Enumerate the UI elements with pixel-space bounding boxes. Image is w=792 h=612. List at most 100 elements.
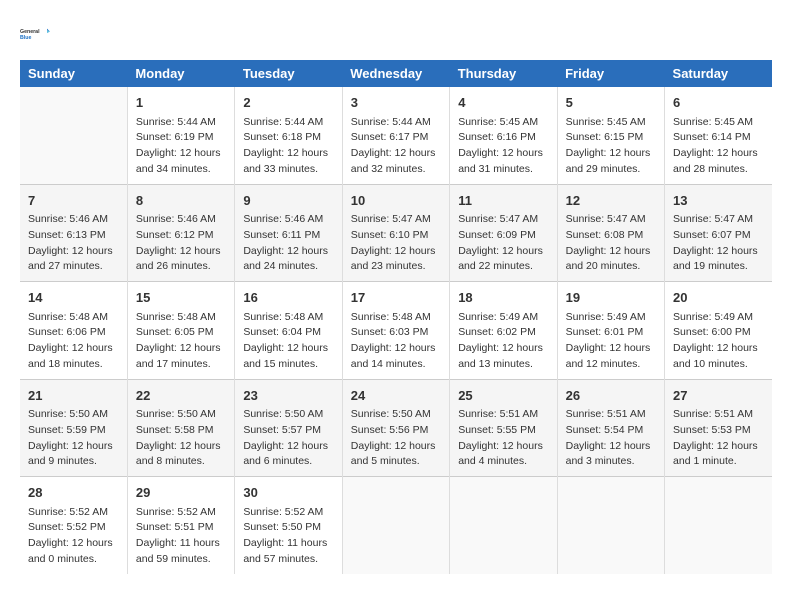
day-number: 18 <box>458 288 548 308</box>
day-cell <box>665 477 772 574</box>
calendar-body: 1Sunrise: 5:44 AM Sunset: 6:19 PM Daylig… <box>20 87 772 574</box>
day-detail: Sunrise: 5:45 AM Sunset: 6:15 PM Dayligh… <box>566 115 656 178</box>
day-detail: Sunrise: 5:51 AM Sunset: 5:54 PM Dayligh… <box>566 407 656 470</box>
day-cell: 9Sunrise: 5:46 AM Sunset: 6:11 PM Daylig… <box>235 184 342 282</box>
week-row-5: 28Sunrise: 5:52 AM Sunset: 5:52 PM Dayli… <box>20 477 772 574</box>
day-detail: Sunrise: 5:45 AM Sunset: 6:14 PM Dayligh… <box>673 115 764 178</box>
day-detail: Sunrise: 5:50 AM Sunset: 5:59 PM Dayligh… <box>28 407 119 470</box>
day-detail: Sunrise: 5:45 AM Sunset: 6:16 PM Dayligh… <box>458 115 548 178</box>
day-detail: Sunrise: 5:47 AM Sunset: 6:07 PM Dayligh… <box>673 212 764 275</box>
day-number: 6 <box>673 93 764 113</box>
day-cell: 5Sunrise: 5:45 AM Sunset: 6:15 PM Daylig… <box>557 87 664 184</box>
day-cell: 7Sunrise: 5:46 AM Sunset: 6:13 PM Daylig… <box>20 184 127 282</box>
day-cell: 16Sunrise: 5:48 AM Sunset: 6:04 PM Dayli… <box>235 282 342 380</box>
day-detail: Sunrise: 5:44 AM Sunset: 6:17 PM Dayligh… <box>351 115 441 178</box>
day-cell: 24Sunrise: 5:50 AM Sunset: 5:56 PM Dayli… <box>342 379 449 477</box>
day-detail: Sunrise: 5:50 AM Sunset: 5:58 PM Dayligh… <box>136 407 226 470</box>
header-row: SundayMondayTuesdayWednesdayThursdayFrid… <box>20 60 772 87</box>
day-cell: 30Sunrise: 5:52 AM Sunset: 5:50 PM Dayli… <box>235 477 342 574</box>
day-detail: Sunrise: 5:49 AM Sunset: 6:00 PM Dayligh… <box>673 310 764 373</box>
day-number: 1 <box>136 93 226 113</box>
day-detail: Sunrise: 5:48 AM Sunset: 6:03 PM Dayligh… <box>351 310 441 373</box>
day-detail: Sunrise: 5:51 AM Sunset: 5:55 PM Dayligh… <box>458 407 548 470</box>
day-cell: 4Sunrise: 5:45 AM Sunset: 6:16 PM Daylig… <box>450 87 557 184</box>
day-cell: 21Sunrise: 5:50 AM Sunset: 5:59 PM Dayli… <box>20 379 127 477</box>
day-cell <box>557 477 664 574</box>
day-detail: Sunrise: 5:47 AM Sunset: 6:09 PM Dayligh… <box>458 212 548 275</box>
svg-text:General: General <box>20 29 40 35</box>
day-detail: Sunrise: 5:46 AM Sunset: 6:12 PM Dayligh… <box>136 212 226 275</box>
day-cell: 19Sunrise: 5:49 AM Sunset: 6:01 PM Dayli… <box>557 282 664 380</box>
day-number: 14 <box>28 288 119 308</box>
day-detail: Sunrise: 5:48 AM Sunset: 6:06 PM Dayligh… <box>28 310 119 373</box>
day-detail: Sunrise: 5:52 AM Sunset: 5:51 PM Dayligh… <box>136 505 226 568</box>
day-detail: Sunrise: 5:48 AM Sunset: 6:04 PM Dayligh… <box>243 310 333 373</box>
day-cell: 11Sunrise: 5:47 AM Sunset: 6:09 PM Dayli… <box>450 184 557 282</box>
day-cell: 17Sunrise: 5:48 AM Sunset: 6:03 PM Dayli… <box>342 282 449 380</box>
day-number: 21 <box>28 386 119 406</box>
calendar-table: SundayMondayTuesdayWednesdayThursdayFrid… <box>20 60 772 574</box>
day-cell: 6Sunrise: 5:45 AM Sunset: 6:14 PM Daylig… <box>665 87 772 184</box>
header-cell-saturday: Saturday <box>665 60 772 87</box>
day-number: 20 <box>673 288 764 308</box>
calendar-header: SundayMondayTuesdayWednesdayThursdayFrid… <box>20 60 772 87</box>
day-detail: Sunrise: 5:44 AM Sunset: 6:19 PM Dayligh… <box>136 115 226 178</box>
day-detail: Sunrise: 5:50 AM Sunset: 5:57 PM Dayligh… <box>243 407 333 470</box>
logo-icon: General Blue <box>20 20 50 50</box>
day-detail: Sunrise: 5:47 AM Sunset: 6:08 PM Dayligh… <box>566 212 656 275</box>
day-cell: 15Sunrise: 5:48 AM Sunset: 6:05 PM Dayli… <box>127 282 234 380</box>
day-number: 3 <box>351 93 441 113</box>
week-row-4: 21Sunrise: 5:50 AM Sunset: 5:59 PM Dayli… <box>20 379 772 477</box>
header-cell-tuesday: Tuesday <box>235 60 342 87</box>
day-cell: 20Sunrise: 5:49 AM Sunset: 6:00 PM Dayli… <box>665 282 772 380</box>
day-number: 23 <box>243 386 333 406</box>
day-number: 22 <box>136 386 226 406</box>
day-detail: Sunrise: 5:51 AM Sunset: 5:53 PM Dayligh… <box>673 407 764 470</box>
day-cell: 25Sunrise: 5:51 AM Sunset: 5:55 PM Dayli… <box>450 379 557 477</box>
day-number: 9 <box>243 191 333 211</box>
day-cell: 29Sunrise: 5:52 AM Sunset: 5:51 PM Dayli… <box>127 477 234 574</box>
day-number: 10 <box>351 191 441 211</box>
day-number: 29 <box>136 483 226 503</box>
header-cell-sunday: Sunday <box>20 60 127 87</box>
day-detail: Sunrise: 5:46 AM Sunset: 6:11 PM Dayligh… <box>243 212 333 275</box>
day-cell: 22Sunrise: 5:50 AM Sunset: 5:58 PM Dayli… <box>127 379 234 477</box>
day-number: 26 <box>566 386 656 406</box>
day-detail: Sunrise: 5:46 AM Sunset: 6:13 PM Dayligh… <box>28 212 119 275</box>
logo: General Blue <box>20 20 50 50</box>
day-cell <box>20 87 127 184</box>
day-detail: Sunrise: 5:52 AM Sunset: 5:52 PM Dayligh… <box>28 505 119 568</box>
day-detail: Sunrise: 5:47 AM Sunset: 6:10 PM Dayligh… <box>351 212 441 275</box>
day-detail: Sunrise: 5:52 AM Sunset: 5:50 PM Dayligh… <box>243 505 333 568</box>
day-cell: 27Sunrise: 5:51 AM Sunset: 5:53 PM Dayli… <box>665 379 772 477</box>
day-number: 27 <box>673 386 764 406</box>
day-cell: 28Sunrise: 5:52 AM Sunset: 5:52 PM Dayli… <box>20 477 127 574</box>
day-cell: 18Sunrise: 5:49 AM Sunset: 6:02 PM Dayli… <box>450 282 557 380</box>
svg-text:Blue: Blue <box>20 35 31 41</box>
day-cell: 13Sunrise: 5:47 AM Sunset: 6:07 PM Dayli… <box>665 184 772 282</box>
day-cell: 10Sunrise: 5:47 AM Sunset: 6:10 PM Dayli… <box>342 184 449 282</box>
page-header: General Blue <box>20 20 772 50</box>
day-cell <box>342 477 449 574</box>
day-number: 28 <box>28 483 119 503</box>
day-number: 2 <box>243 93 333 113</box>
day-cell: 23Sunrise: 5:50 AM Sunset: 5:57 PM Dayli… <box>235 379 342 477</box>
day-detail: Sunrise: 5:50 AM Sunset: 5:56 PM Dayligh… <box>351 407 441 470</box>
day-number: 19 <box>566 288 656 308</box>
day-number: 17 <box>351 288 441 308</box>
day-cell: 12Sunrise: 5:47 AM Sunset: 6:08 PM Dayli… <box>557 184 664 282</box>
day-detail: Sunrise: 5:49 AM Sunset: 6:01 PM Dayligh… <box>566 310 656 373</box>
day-number: 15 <box>136 288 226 308</box>
header-cell-friday: Friday <box>557 60 664 87</box>
header-cell-monday: Monday <box>127 60 234 87</box>
day-number: 13 <box>673 191 764 211</box>
day-number: 16 <box>243 288 333 308</box>
day-number: 12 <box>566 191 656 211</box>
day-number: 4 <box>458 93 548 113</box>
header-cell-thursday: Thursday <box>450 60 557 87</box>
day-cell: 8Sunrise: 5:46 AM Sunset: 6:12 PM Daylig… <box>127 184 234 282</box>
day-number: 30 <box>243 483 333 503</box>
day-number: 24 <box>351 386 441 406</box>
day-detail: Sunrise: 5:49 AM Sunset: 6:02 PM Dayligh… <box>458 310 548 373</box>
day-cell: 1Sunrise: 5:44 AM Sunset: 6:19 PM Daylig… <box>127 87 234 184</box>
